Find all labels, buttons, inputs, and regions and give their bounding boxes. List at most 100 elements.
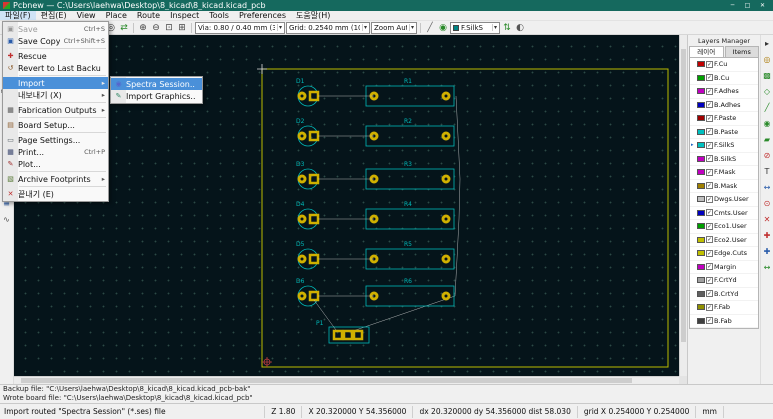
import-submenu-item-spectra-session[interactable]: ◉ Spectra Session...: [111, 78, 202, 90]
layer-row-f-mask[interactable]: ✓ F.Mask: [690, 166, 758, 180]
file-menu-item-x[interactable]: 내보내기 (X) ▸: [3, 89, 108, 101]
menubar-item-place[interactable]: Place: [101, 11, 132, 20]
horizontal-scroll-thumb[interactable]: [20, 378, 633, 383]
layer-color-swatch[interactable]: [697, 304, 705, 311]
layer-row-f-silks[interactable]: ▸ ✓ F.SilkS: [690, 139, 758, 153]
file-menu-item-page-settings[interactable]: ▭ Page Settings...: [3, 134, 108, 146]
layer-visibility-checkbox[interactable]: ✓: [706, 60, 713, 68]
canvas-vertical-scrollbar[interactable]: [679, 35, 687, 376]
grid-origin-icon[interactable]: ✚: [761, 246, 773, 258]
menubar-item-tools[interactable]: Tools: [204, 11, 234, 20]
file-menu-item-print[interactable]: ▦ Print... Ctrl+P: [3, 146, 108, 158]
layer-visibility-checkbox[interactable]: ✓: [706, 317, 713, 325]
layer-color-swatch[interactable]: [697, 263, 705, 270]
layer-row-margin[interactable]: ✓ Margin: [690, 261, 758, 274]
local-ratsnest-icon[interactable]: ▩: [761, 70, 773, 82]
layer-color-swatch[interactable]: [697, 128, 705, 135]
layers-tab-items[interactable]: Items: [724, 46, 759, 57]
menubar-item-e[interactable]: 편집(E): [36, 11, 72, 20]
canvas-horizontal-scrollbar[interactable]: [14, 376, 679, 384]
layer-row-b-silks[interactable]: ✓ B.SilkS: [690, 153, 758, 166]
minimize-button[interactable]: ─: [725, 1, 740, 11]
add-keepout-icon[interactable]: ⊘: [761, 150, 773, 162]
layer-pair-icon[interactable]: ⇅: [501, 22, 513, 34]
layer-visibility-checkbox[interactable]: ✓: [706, 141, 713, 149]
layer-visibility-checkbox[interactable]: ✓: [706, 209, 713, 217]
track-width-mode-icon[interactable]: ╱: [424, 22, 436, 34]
file-menu-item-e[interactable]: ✕ 끝내기 (E): [3, 188, 108, 200]
menubar-item-preferences[interactable]: Preferences: [234, 11, 291, 20]
layer-visibility-checkbox[interactable]: ✓: [706, 128, 713, 136]
layer-row-b-crtyd[interactable]: ✓ B.CrtYd: [690, 288, 758, 301]
layer-visibility-checkbox[interactable]: ✓: [706, 168, 713, 176]
layer-visibility-checkbox[interactable]: ✓: [706, 290, 713, 298]
layer-color-swatch[interactable]: [697, 317, 705, 324]
layer-visibility-checkbox[interactable]: ✓: [706, 222, 713, 230]
file-menu-item-revert-to-last-backup[interactable]: ↺ Revert to Last Backup: [3, 62, 108, 74]
layer-color-swatch[interactable]: [697, 169, 705, 176]
layer-row-b-adhes[interactable]: ✓ B.Adhes: [690, 99, 758, 112]
via-display-icon[interactable]: ◉: [437, 22, 449, 34]
layer-visibility-checkbox[interactable]: ✓: [706, 236, 713, 244]
layer-visibility-checkbox[interactable]: ✓: [706, 303, 713, 311]
add-via-icon[interactable]: ◉: [761, 118, 773, 130]
file-menu-item-archive-footprints[interactable]: ▧ Archive Footprints ▸: [3, 173, 108, 185]
file-menu-item-plot[interactable]: ✎ Plot...: [3, 158, 108, 170]
file-menu-item-save-copy-as[interactable]: ▣ Save Copy As...Ctrl+Shift+S: [3, 35, 108, 47]
high-contrast-toggle-icon[interactable]: ◐: [514, 22, 526, 34]
layer-color-swatch[interactable]: [697, 142, 705, 149]
file-menu-item-save[interactable]: ▣ Save Ctrl+S: [3, 23, 108, 35]
layer-row-eco2-user[interactable]: ✓ Eco2.User: [690, 234, 758, 247]
layer-row-b-paste[interactable]: ✓ B.Paste: [690, 126, 758, 139]
zoom-out-icon[interactable]: ⊖: [150, 22, 162, 34]
layer-visibility-checkbox[interactable]: ✓: [706, 182, 713, 190]
close-button[interactable]: ✕: [755, 1, 770, 11]
zoom-fit-icon[interactable]: ⊡: [163, 22, 175, 34]
layer-color-swatch[interactable]: [697, 61, 705, 68]
layer-row-eco1-user[interactable]: ✓ Eco1.User: [690, 220, 758, 234]
add-text-icon[interactable]: T: [761, 166, 773, 178]
layer-visibility-checkbox[interactable]: ✓: [706, 101, 713, 109]
layer-row-b-fab[interactable]: ✓ B.Fab: [690, 315, 758, 328]
layer-color-swatch[interactable]: [697, 88, 705, 95]
select-tool-icon[interactable]: ▸: [761, 38, 773, 50]
add-footprint-icon[interactable]: ◇: [761, 86, 773, 98]
layer-visibility-checkbox[interactable]: ✓: [706, 276, 713, 284]
active-layer-combo[interactable]: F.SilkS ▾: [450, 21, 500, 34]
add-target-icon[interactable]: ⊙: [761, 198, 773, 210]
route-tracks-icon[interactable]: ╱: [761, 102, 773, 114]
vertical-scroll-thumb[interactable]: [681, 48, 686, 342]
import-submenu-item-import-graphics[interactable]: ✎ Import Graphics...: [111, 90, 202, 102]
layer-visibility-checkbox[interactable]: ✓: [706, 249, 713, 257]
layer-color-swatch[interactable]: [697, 155, 705, 162]
file-menu-item-rescue[interactable]: ✚ Rescue: [3, 50, 108, 62]
menubar-item-view[interactable]: View: [72, 11, 101, 20]
file-menu-item-fabrication-outputs[interactable]: ▦ Fabrication Outputs ▸: [3, 104, 108, 116]
layer-color-swatch[interactable]: [697, 209, 705, 216]
layer-row-b-cu[interactable]: ✓ B.Cu: [690, 72, 758, 85]
layer-visibility-checkbox[interactable]: ✓: [706, 74, 713, 82]
layer-row-b-mask[interactable]: ✓ B.Mask: [690, 180, 758, 193]
highlight-net-icon[interactable]: ◎: [761, 54, 773, 66]
menubar-item-f[interactable]: 파일(F): [0, 11, 36, 20]
measure-tool-icon[interactable]: ↔: [761, 262, 773, 274]
refresh-icon[interactable]: ⇄: [118, 22, 130, 34]
layer-color-swatch[interactable]: [697, 290, 705, 297]
menubar-item-inspect[interactable]: Inspect: [165, 11, 204, 20]
layer-color-swatch[interactable]: [697, 196, 705, 203]
layer-visibility-checkbox[interactable]: ✓: [706, 263, 713, 271]
menubar-item-route[interactable]: Route: [132, 11, 165, 20]
layer-visibility-checkbox[interactable]: ✓: [706, 195, 713, 203]
layer-color-swatch[interactable]: [697, 250, 705, 257]
drill-origin-icon[interactable]: ✚: [761, 230, 773, 242]
layer-color-swatch[interactable]: [697, 101, 705, 108]
layer-visibility-checkbox[interactable]: ✓: [706, 87, 713, 95]
layers-tab-item-0[interactable]: 레이어: [689, 46, 724, 57]
zoom-combo[interactable]: Zoom Auto▾: [371, 21, 417, 34]
layer-color-swatch[interactable]: [697, 223, 705, 230]
layer-visibility-checkbox[interactable]: ✓: [706, 114, 713, 122]
zoom-in-icon[interactable]: ⊕: [137, 22, 149, 34]
add-dimension-icon[interactable]: ↔: [761, 182, 773, 194]
add-zone-icon[interactable]: ▰: [761, 134, 773, 146]
maximize-button[interactable]: □: [740, 1, 755, 11]
